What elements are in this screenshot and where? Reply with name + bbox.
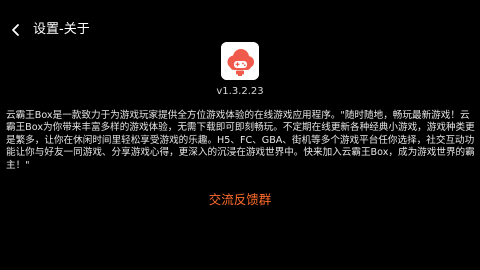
app-logo [221, 42, 259, 80]
about-screen: 设置-关于 v1.3.2.23 云霸王Box是一款致力于为游戏玩家提供全方位游戏… [0, 0, 480, 270]
app-description: 云霸王Box是一款致力于为游戏玩家提供全方位游戏体验的在线游戏应用程序。"随时随… [6, 110, 475, 171]
feedback-group-link[interactable]: 交流反馈群 [0, 191, 480, 209]
app-version: v1.3.2.23 [216, 86, 264, 97]
cloud-gamepad-logo-icon [221, 42, 259, 80]
page-title: 设置-关于 [33, 22, 90, 37]
back-button[interactable] [6, 20, 26, 40]
top-bar: 设置-关于 [0, 0, 480, 40]
chevron-left-icon [12, 24, 19, 36]
